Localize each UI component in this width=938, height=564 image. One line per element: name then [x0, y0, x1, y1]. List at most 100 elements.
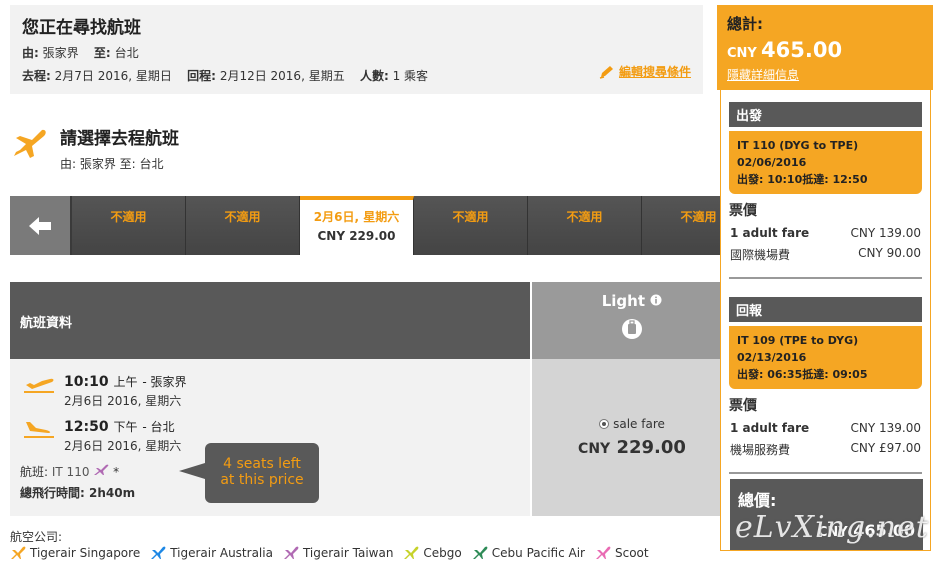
- departure-time: 10:10: [64, 374, 109, 390]
- to-label: 至:: [93, 46, 111, 60]
- divider: [729, 472, 922, 474]
- date-cell-label: 不適用: [224, 210, 261, 224]
- airline-item: Tigerair Taiwan: [283, 546, 393, 560]
- airlines-legend: Tigerair Singapore Tigerair Australia Ti…: [10, 546, 649, 560]
- flight-info-header: 航班資料: [10, 282, 530, 359]
- pencil-icon: [599, 65, 613, 79]
- search-title: 您正在尋找航班: [22, 18, 141, 38]
- total-summary: 總計: CNY 465.00 隱藏詳細信息: [717, 5, 933, 90]
- arrival-city: - 台北: [142, 420, 175, 434]
- to-city: 台北: [114, 46, 139, 60]
- light-fare-amount: 229.00: [616, 437, 686, 458]
- seats-left-line1: 4 seats left: [223, 456, 301, 472]
- airline-item: Cebu Pacific Air: [472, 546, 585, 560]
- airline-name: Tigerair Australia: [170, 546, 273, 560]
- arrival-row: 12:50 下午 - 台北 2月6日 2016, 星期六: [22, 418, 181, 454]
- airline-item: Scoot: [595, 546, 649, 560]
- departure-city: - 張家界: [142, 375, 187, 389]
- light-fare-title-row: Light: [532, 292, 732, 310]
- arrival-time: 12:50: [64, 419, 109, 435]
- depart-segment-card: IT 110 (DYG to TPE) 02/06/2016 出發: 10:10…: [729, 131, 922, 194]
- edit-search-link[interactable]: 編輯搜尋條件: [599, 63, 691, 80]
- fare-value: CNY 90.00: [858, 246, 921, 260]
- total-label: 總計:: [727, 15, 763, 33]
- fare-row: 1 adult fare CNY 139.00: [729, 226, 922, 240]
- date-cell-label: 不適用: [566, 210, 603, 224]
- from-label: 由:: [22, 46, 39, 60]
- tigerair-taiwan-plane-icon: [283, 546, 299, 559]
- choose-outbound: 請選擇去程航班 由: 張家界 至: 台北: [10, 122, 179, 172]
- airline-name: Tigerair Taiwan: [302, 546, 394, 560]
- fare-row: 1 adult fare CNY 139.00: [729, 421, 922, 435]
- search-summary: 您正在尋找航班 由: 張家界 至: 台北 去程: 2月7日 2016, 星期日 …: [10, 5, 703, 94]
- return-segment-date: 02/13/2016: [737, 351, 807, 364]
- airline-name: Cebgo: [423, 546, 462, 560]
- tigerair-singapore-plane-icon: [11, 546, 26, 559]
- depart-section-header: 出發: [729, 102, 922, 127]
- seats-left-line2: at this price: [220, 472, 304, 488]
- fare-row: 機場服務費 CNY £97.00: [729, 441, 922, 458]
- fare-value: CNY 139.00: [850, 226, 922, 240]
- airline-name: Cebu Pacific Air: [491, 546, 585, 560]
- pax-count: 1 乘客: [392, 69, 429, 83]
- prev-dates-button[interactable]: [10, 196, 72, 255]
- date-cell-label: 不適用: [110, 210, 147, 224]
- total-amount: 465.00: [761, 38, 843, 62]
- pax-label: 人數:: [359, 69, 389, 83]
- duration-row: 總飛行時間: 2h40m: [20, 484, 135, 501]
- sale-fare-radio[interactable]: sale fare: [532, 417, 732, 431]
- from-city: 張家界: [42, 46, 79, 60]
- hide-details-link[interactable]: 隱藏詳細信息: [727, 66, 923, 83]
- depart-fare-title: 票價: [729, 203, 757, 219]
- search-dates: 去程: 2月7日 2016, 星期日 回程: 2月12日 2016, 星期五 人…: [22, 67, 691, 84]
- depart-segment-flight: IT 110 (DYG to TPE): [737, 139, 859, 152]
- airlines-label: 航空公司:: [10, 530, 63, 544]
- cebu-pacific-plane-icon: [472, 546, 488, 559]
- date-cell[interactable]: 不適用: [528, 196, 642, 255]
- total-currency: CNY: [727, 46, 757, 61]
- depart-segment-times: 出發: 10:10抵達: 12:50: [737, 173, 868, 186]
- return-fare-title: 票價: [729, 398, 757, 414]
- date-cell-label: 不適用: [452, 210, 489, 224]
- depart-date: 2月7日 2016, 星期日: [54, 69, 172, 83]
- arrival-ampm: 下午: [113, 420, 138, 434]
- date-cell-label: 2月6日, 星期六: [313, 210, 400, 224]
- date-carousel: 不適用 不適用 2月6日, 星期六 CNY 229.00 不適用 不適用 不適用: [10, 196, 770, 255]
- seats-left-tooltip: 4 seats left at this price: [179, 443, 319, 503]
- edit-search-label: 編輯搜尋條件: [618, 65, 691, 79]
- flight-info: 10:10 上午 - 張家界 2月6日 2016, 星期六 12:50 下午 -…: [10, 359, 530, 516]
- choose-route: 由: 張家界 至: 台北: [60, 157, 164, 171]
- flight-label: 航班:: [20, 465, 49, 479]
- info-icon[interactable]: [650, 294, 662, 306]
- light-fare-header: Light: [532, 282, 732, 359]
- date-cell[interactable]: 不適用: [72, 196, 186, 255]
- date-cell[interactable]: 不適用: [186, 196, 300, 255]
- airline-name: Scoot: [615, 546, 649, 560]
- watermark: eLvXing.net: [735, 510, 929, 545]
- date-cell[interactable]: 不適用: [414, 196, 528, 255]
- choose-title: 請選擇去程航班: [60, 129, 179, 149]
- return-segment-flight: IT 109 (TPE to DYG): [737, 334, 859, 347]
- depart-segment-date: 02/06/2016: [737, 156, 807, 169]
- landing-icon: [24, 422, 54, 438]
- light-fare-currency: CNY: [578, 441, 611, 457]
- fare-label: 1 adult fare: [730, 226, 810, 240]
- arrow-left-icon: [29, 216, 51, 235]
- return-segment-card: IT 109 (TPE to DYG) 02/13/2016 出發: 06:35…: [729, 326, 922, 389]
- fare-value: CNY 139.00: [850, 421, 922, 435]
- plane-icon: [14, 129, 46, 158]
- sale-fare-label: sale fare: [613, 417, 665, 431]
- flight-number-row: 航班: IT 110 *: [20, 463, 119, 480]
- light-fare-price: CNY 229.00: [532, 437, 732, 458]
- airline-item: Tigerair Singapore: [10, 546, 140, 560]
- date-cell-selected[interactable]: 2月6日, 星期六 CNY 229.00: [300, 196, 414, 255]
- radio-selected-icon[interactable]: [599, 419, 610, 429]
- tigerair-australia-plane-icon: [151, 546, 166, 559]
- return-label: 回程:: [187, 69, 216, 83]
- return-segment-times: 出發: 06:35抵達: 09:05: [737, 368, 868, 381]
- light-fare-option[interactable]: sale fare CNY 229.00: [532, 359, 732, 516]
- tigerair-taiwan-plane-icon: [94, 464, 109, 475]
- depart-label: 去程:: [22, 69, 51, 83]
- arrival-date: 2月6日 2016, 星期六: [64, 439, 182, 453]
- airline-item: Cebgo: [403, 546, 462, 560]
